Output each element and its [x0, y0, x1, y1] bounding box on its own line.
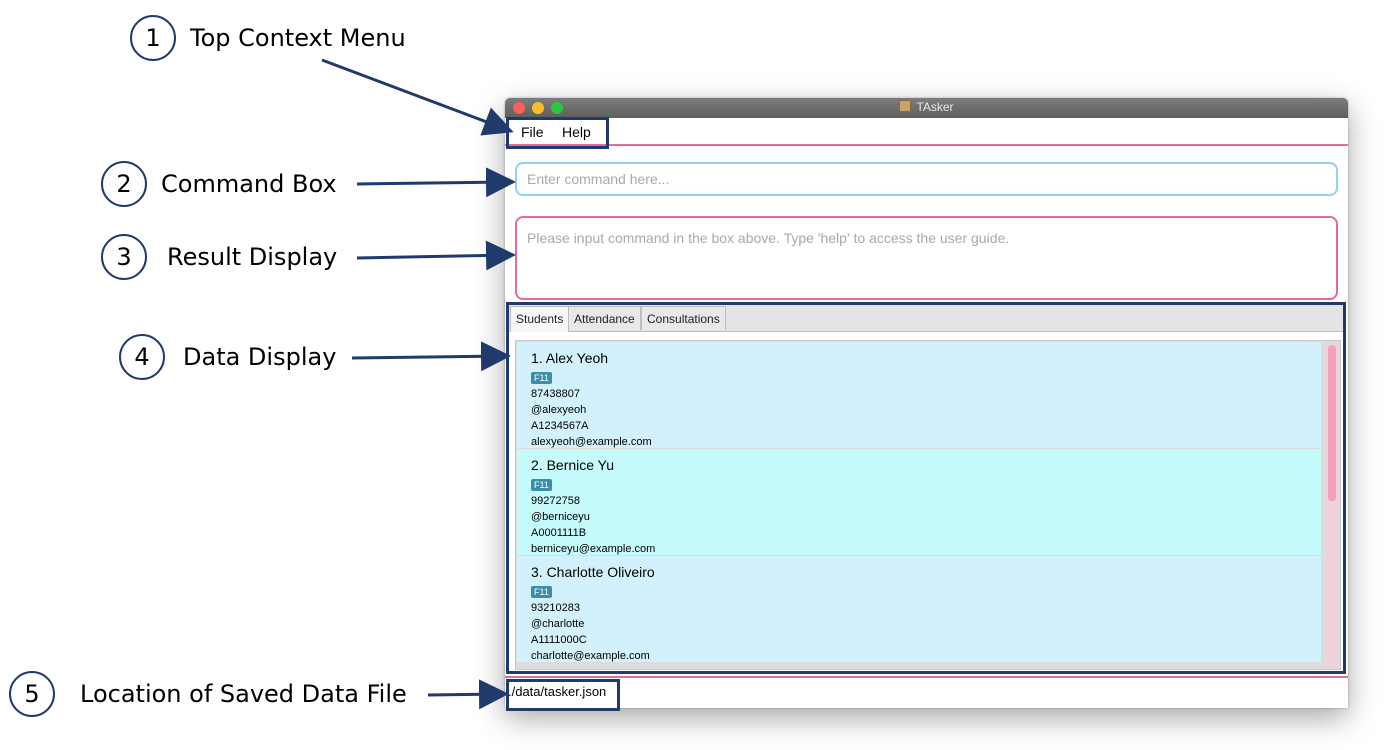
student-list: 1. Alex Yeoh F11 87438807 @alexyeoh A123…: [515, 340, 1341, 670]
arrow-5: [427, 679, 509, 710]
student-email: charlotte@example.com: [531, 650, 650, 662]
status-bar: ./data/tasker.json: [505, 676, 1348, 708]
annotation-5: 5 Location of Saved Data File: [9, 671, 407, 717]
student-id: A1111000C: [531, 634, 587, 646]
student-id: A0001111B: [531, 527, 587, 539]
annotation-4: 4 Data Display: [119, 334, 336, 380]
annotation-number: 4: [119, 334, 165, 380]
tab-bar: Students Attendance Consultations: [508, 305, 1344, 332]
student-email: alexyeoh@example.com: [531, 436, 652, 448]
result-display: Please input command in the box above. T…: [515, 216, 1338, 300]
annotation-label: Result Display: [167, 243, 338, 271]
app-icon: [899, 100, 912, 112]
command-input[interactable]: [515, 162, 1338, 196]
student-card[interactable]: 3. Charlotte Oliveiro F11 93210283 @char…: [517, 556, 1321, 662]
student-id: A1234567A: [531, 420, 589, 432]
annotation-3: 3 Result Display: [101, 234, 337, 280]
annotation-number: 3: [101, 234, 147, 280]
arrow-2: [356, 167, 516, 198]
title-bar[interactable]: TAsker: [505, 98, 1348, 118]
annotation-2: 2 Command Box: [101, 161, 337, 207]
save-location-text: ./data/tasker.json: [508, 684, 607, 699]
menu-help[interactable]: Help: [562, 124, 591, 140]
arrow-1: [321, 58, 514, 136]
window-title-text: TAsker: [916, 100, 954, 114]
student-name: 3. Charlotte Oliveiro: [531, 564, 655, 580]
annotation-1: 1 Top Context Menu: [130, 15, 406, 61]
student-telegram: @alexyeoh: [531, 404, 587, 416]
annotation-number: 1: [130, 15, 176, 61]
menu-file[interactable]: File: [521, 124, 544, 140]
student-telegram: @charlotte: [531, 618, 585, 630]
annotation-label: Top Context Menu: [190, 24, 406, 52]
student-name: 2. Bernice Yu: [531, 457, 615, 473]
student-card[interactable]: 1. Alex Yeoh F11 87438807 @alexyeoh A123…: [517, 342, 1321, 448]
annotation-label: Command Box: [161, 170, 337, 198]
tab-consultations[interactable]: Consultations: [641, 306, 726, 330]
student-phone: 99272758: [531, 495, 580, 507]
tab-attendance[interactable]: Attendance: [568, 306, 641, 330]
tutorial-tag: F11: [531, 586, 552, 598]
scrollbar-thumb[interactable]: [1328, 345, 1336, 501]
tutorial-tag: F11: [531, 479, 552, 491]
annotation-label: Location of Saved Data File: [80, 680, 407, 708]
app-window: TAsker File Help Please input command in…: [505, 98, 1348, 708]
arrow-4: [351, 341, 511, 372]
window-title: TAsker: [505, 100, 1348, 114]
student-phone: 93210283: [531, 602, 580, 614]
student-card[interactable]: 2. Bernice Yu F11 99272758 @berniceyu A0…: [517, 449, 1321, 555]
arrow-3: [356, 240, 516, 271]
student-name: 1. Alex Yeoh: [531, 350, 609, 366]
annotation-number: 2: [101, 161, 147, 207]
list-scrollbar[interactable]: [1326, 343, 1338, 667]
menu-bar: File Help: [505, 118, 1348, 146]
student-email: berniceyu@example.com: [531, 543, 656, 555]
student-telegram: @berniceyu: [531, 511, 590, 523]
tutorial-tag: F11: [531, 372, 552, 384]
annotation-number: 5: [9, 671, 55, 717]
annotation-label: Data Display: [183, 343, 337, 371]
tab-students[interactable]: Students: [510, 306, 570, 332]
student-phone: 87438807: [531, 388, 580, 400]
